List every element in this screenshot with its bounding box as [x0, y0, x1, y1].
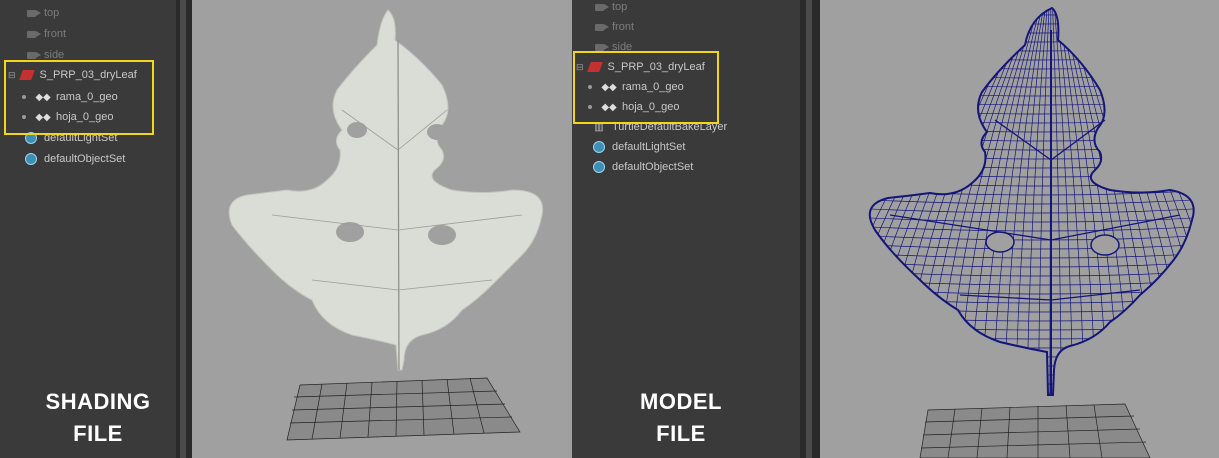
- set-icon: [592, 161, 606, 173]
- highlight-box: [573, 51, 719, 124]
- wire-line: [869, 342, 1194, 349]
- wire-line: [869, 378, 1194, 385]
- wire-line: [869, 72, 1194, 79]
- wire-line: [869, 162, 1194, 169]
- outliner-item-objectset[interactable]: defaultObjectSet: [592, 158, 693, 176]
- caption-line1: SHADING: [45, 389, 151, 414]
- item-label: defaultLightSet: [612, 141, 686, 153]
- wire-line: [869, 180, 1194, 187]
- wire-line: [869, 9, 1194, 16]
- wire-line: [1070, 8, 1194, 395]
- comparison-screenshot: top front side ⊟ S_PRP_03_dryLeaf ◆◆ rama_…: [0, 0, 1219, 458]
- wire-line: [869, 333, 1194, 340]
- camera-icon: [24, 7, 41, 19]
- camera-icon: [592, 21, 609, 33]
- wire-line: [869, 243, 1194, 250]
- wire-line: [869, 99, 1194, 106]
- wire-line: [850, 397, 1210, 402]
- wire-line: [869, 387, 1194, 394]
- outliner-item-objectset[interactable]: defaultObjectSet: [24, 150, 125, 168]
- wire-line: [869, 54, 1194, 61]
- wire-line: [869, 126, 1194, 133]
- wireframe-leaf-scene: [850, 6, 1210, 458]
- camera-icon: [592, 1, 609, 13]
- left-outliner: top front side ⊟ S_PRP_03_dryLeaf ◆◆ rama_…: [0, 0, 176, 458]
- wire-line: [869, 324, 1194, 331]
- wire-line: [869, 207, 1194, 214]
- wire-line: [869, 18, 1194, 25]
- wire-line: [869, 8, 1022, 395]
- wire-line: [869, 225, 1194, 232]
- wire-line: [869, 306, 1194, 313]
- set-icon: [592, 141, 606, 153]
- outliner-item-front[interactable]: front: [24, 25, 66, 43]
- wire-line: [869, 81, 1194, 88]
- caption-line1: MODEL: [640, 389, 722, 414]
- right-scrollbar[interactable]: [806, 0, 812, 458]
- wire-line: [869, 153, 1194, 160]
- wire-line: [1073, 8, 1194, 395]
- wire-line: [869, 171, 1194, 178]
- wire-line: [869, 351, 1194, 358]
- left-scrollbar[interactable]: [180, 0, 186, 458]
- wire-line: [869, 117, 1194, 124]
- outliner-item-top[interactable]: top: [24, 4, 59, 22]
- wire-line: [869, 315, 1194, 322]
- item-label: defaultObjectSet: [44, 153, 126, 165]
- right-outliner: top front side ⊟ S_PRP_03_dryLeaf ◆◆ rama_…: [572, 0, 800, 458]
- item-label: defaultObjectSet: [612, 161, 694, 173]
- left-viewport[interactable]: [192, 0, 572, 458]
- wire-line: [869, 252, 1194, 259]
- wire-line: [869, 198, 1194, 205]
- wire-line: [1067, 8, 1177, 395]
- outliner-item-front[interactable]: front: [592, 18, 634, 36]
- wire-line: [1074, 8, 1194, 395]
- item-label: top: [44, 7, 60, 19]
- wire-line: [869, 108, 1194, 115]
- outliner-item-top[interactable]: top: [592, 0, 627, 16]
- wire-line: [869, 360, 1194, 367]
- item-label: top: [612, 1, 628, 13]
- ground-grid: [286, 377, 521, 441]
- outliner-item-lightset[interactable]: defaultLightSet: [592, 138, 685, 156]
- right-viewport[interactable]: [820, 0, 1219, 458]
- wire-line: [869, 36, 1194, 43]
- highlight-box: [4, 60, 154, 135]
- caption-line2: FILE: [73, 421, 123, 446]
- wire-line: [869, 189, 1194, 196]
- wire-line: [869, 135, 1194, 142]
- set-icon: [24, 153, 38, 165]
- shaded-leaf-scene: [228, 9, 544, 441]
- item-label: front: [44, 28, 67, 40]
- camera-icon: [24, 28, 41, 40]
- wire-line: [1065, 8, 1166, 395]
- ground-grid: [919, 403, 1151, 458]
- wire-line: [877, 8, 1029, 395]
- wire-line: [869, 369, 1194, 376]
- caption-line2: FILE: [656, 421, 706, 446]
- item-label: front: [612, 21, 635, 33]
- wire-line: [869, 8, 1028, 395]
